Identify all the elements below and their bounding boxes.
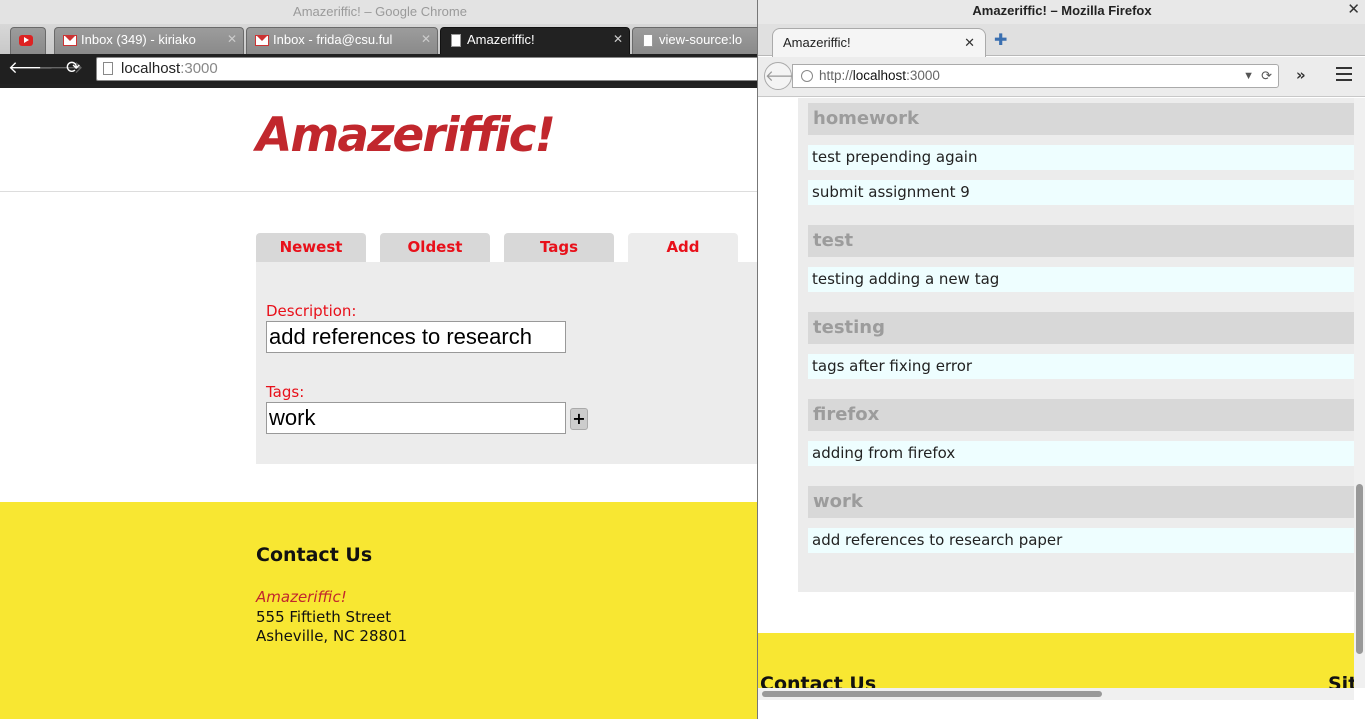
todo-item: submit assignment 9 (808, 180, 1354, 205)
close-icon[interactable]: ✕ (227, 32, 237, 46)
url-scheme: http:// (819, 68, 853, 83)
tag-heading: homework (808, 103, 1354, 135)
firefox-page-content: homework test prepending again submit as… (758, 98, 1354, 688)
todo-item: tags after fixing error (808, 354, 1354, 379)
firefox-tab-amazeriffic[interactable]: Amazeriffic! ✕ (772, 28, 986, 57)
tags-label: Tags: (266, 383, 305, 401)
tab-newest[interactable]: Newest (256, 233, 366, 262)
chrome-tab-label: Inbox - frida@csu.ful (273, 32, 393, 47)
url-port: :3000 (906, 68, 940, 83)
chrome-tab-amazeriffic[interactable]: Amazeriffic! ✕ (440, 27, 630, 54)
tag-heading: testing (808, 312, 1354, 344)
tab-oldest[interactable]: Oldest (380, 233, 490, 262)
chrome-address-bar[interactable]: localhost:3000 (96, 57, 776, 81)
footer-right-heading: Sit (1328, 673, 1354, 688)
chrome-title: Amazeriffic! – Google Chrome (0, 0, 760, 24)
app-logo[interactable]: Amazeriffic! (256, 108, 556, 163)
url-host: localhost (121, 60, 181, 77)
todo-item: test prepending again (808, 145, 1354, 170)
add-button[interactable]: + (570, 408, 588, 430)
new-tab-icon[interactable]: ✚ (994, 30, 1007, 49)
reload-icon[interactable]: ⟳ (1261, 65, 1272, 87)
address-line-2: Asheville, NC 28801 (256, 627, 408, 645)
horizontal-scrollbar[interactable] (758, 688, 1354, 700)
globe-icon (801, 70, 813, 82)
reload-icon[interactable]: ⟳ (66, 58, 80, 78)
address-line-1: 555 Fiftieth Street (256, 608, 392, 626)
overflow-chevron-icon[interactable]: » (1296, 66, 1306, 84)
tags-input[interactable] (266, 402, 566, 434)
chrome-tab-youtube[interactable] (10, 27, 46, 54)
chrome-tab-label: view-source:lo (659, 32, 743, 47)
hamburger-menu-icon[interactable] (1336, 67, 1352, 81)
gmail-icon (63, 35, 77, 46)
window-bottom (758, 700, 1365, 719)
todo-item: add references to research paper (808, 528, 1354, 553)
firefox-tabbar: Amazeriffic! ✕ ✚ (758, 24, 1365, 57)
tags-panel: homework test prepending again submit as… (798, 98, 1354, 592)
todo-item: testing adding a new tag (808, 267, 1354, 292)
tag-heading: test (808, 225, 1354, 257)
todo-item: adding from firefox (808, 441, 1354, 466)
page-icon (103, 62, 113, 75)
chrome-tabstrip: Inbox (349) - kiriako ✕ Inbox - frida@cs… (0, 24, 760, 54)
description-input[interactable] (266, 321, 566, 353)
chevron-down-icon[interactable]: ▼ (1243, 65, 1254, 87)
vertical-scroll-thumb[interactable] (1356, 484, 1363, 654)
page-icon (451, 34, 461, 47)
chrome-tab-inbox-1[interactable]: Inbox (349) - kiriako ✕ (54, 27, 244, 54)
tag-heading: work (808, 486, 1354, 518)
tab-add[interactable]: Add (628, 233, 738, 262)
header-divider (0, 191, 760, 192)
close-icon[interactable]: ✕ (421, 32, 431, 46)
firefox-title: Amazeriffic! – Mozilla Firefox ✕ (758, 0, 1365, 24)
chrome-tab-inbox-2[interactable]: Inbox - frida@csu.ful ✕ (246, 27, 438, 54)
firefox-tab-label: Amazeriffic! (783, 35, 851, 50)
firefox-title-text: Amazeriffic! – Mozilla Firefox (972, 3, 1152, 18)
close-icon[interactable]: ✕ (613, 32, 623, 46)
youtube-icon (19, 35, 33, 46)
url-port: :3000 (180, 60, 218, 77)
description-label: Description: (266, 302, 357, 320)
chrome-toolbar: 🡐 🡒 ⟳ localhost:3000 (0, 54, 776, 84)
gmail-icon (255, 35, 269, 46)
page-footer: Contact Us Amazeriffic! 555 Fiftieth Str… (0, 502, 760, 719)
add-form-panel: Description: Tags: + (256, 262, 760, 464)
footer-brand: Amazeriffic! (256, 588, 347, 606)
horizontal-scroll-thumb[interactable] (762, 691, 1102, 697)
back-arrow-icon[interactable]: 🡐 (764, 62, 805, 90)
chrome-tab-label: Amazeriffic! (467, 32, 535, 47)
url-host: localhost (852, 68, 907, 83)
contact-title: Contact Us (256, 544, 373, 566)
firefox-page-footer: Contact Us Sit (758, 633, 1354, 688)
close-icon[interactable]: ✕ (964, 29, 975, 57)
chrome-page-content: Amazeriffic! Newest Oldest Tags Add Desc… (0, 88, 760, 719)
tab-tags[interactable]: Tags (504, 233, 614, 262)
tag-heading: firefox (808, 399, 1354, 431)
window-close-icon[interactable]: ✕ (1347, 0, 1360, 18)
chrome-tab-label: Inbox (349) - kiriako (81, 32, 196, 47)
vertical-scrollbar[interactable] (1354, 98, 1365, 688)
firefox-navbar: 🡐 http://localhost:3000 ▼ ⟳ » (758, 57, 1365, 97)
page-icon (643, 34, 653, 47)
contact-title: Contact Us (760, 673, 877, 688)
firefox-window: Amazeriffic! – Mozilla Firefox ✕ Amazeri… (757, 0, 1365, 719)
firefox-address-bar[interactable]: http://localhost:3000 ▼ ⟳ (792, 64, 1279, 88)
chrome-tab-view-source[interactable]: view-source:lo (632, 27, 760, 54)
